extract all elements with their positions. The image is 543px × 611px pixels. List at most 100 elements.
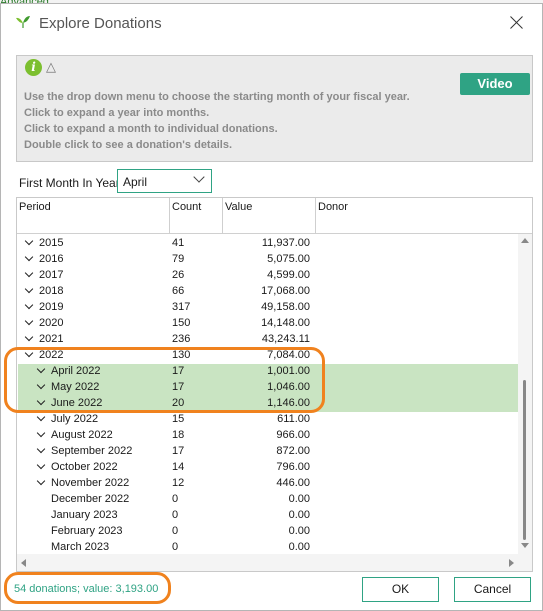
expand-chevron-icon[interactable] — [24, 332, 34, 342]
value-cell: 0.00 — [288, 525, 310, 537]
value-cell: 49,158.00 — [261, 301, 310, 313]
table-row[interactable]: 2019 317 49,158.00 — [18, 300, 518, 316]
cancel-button[interactable]: Cancel — [454, 577, 531, 602]
period-cell: 2018 — [39, 285, 64, 297]
value-cell: 5,075.00 — [267, 253, 310, 265]
period-cell: 2017 — [39, 269, 64, 281]
period-cell: May 2022 — [51, 381, 100, 393]
expand-chevron-icon[interactable] — [24, 316, 34, 326]
count-cell: 20 — [172, 397, 185, 409]
table-row[interactable]: 2022 130 7,084.00 — [18, 348, 518, 364]
table-row[interactable]: July 2022 15 611.00 — [18, 412, 518, 428]
close-button[interactable] — [506, 12, 528, 34]
value-cell: 1,146.00 — [267, 397, 310, 409]
count-cell: 79 — [172, 253, 185, 265]
count-cell: 130 — [172, 349, 191, 361]
period-cell: July 2022 — [51, 413, 99, 425]
value-cell: 0.00 — [288, 493, 310, 505]
expand-chevron-icon[interactable] — [24, 268, 34, 278]
table-row[interactable]: March 2023 0 0.00 — [18, 540, 518, 554]
period-cell: November 2022 — [51, 477, 130, 489]
table-row[interactable]: August 2022 18 966.00 — [18, 428, 518, 444]
count-cell: 0 — [172, 509, 179, 521]
title-bar: Explore Donations — [1, 4, 542, 42]
count-cell: 0 — [172, 493, 179, 505]
table-row[interactable]: 2020 150 14,148.00 — [18, 316, 518, 332]
info-line: Click to expand a month to individual do… — [24, 123, 278, 135]
period-cell: June 2022 — [51, 397, 103, 409]
expand-chevron-icon[interactable] — [24, 300, 34, 310]
horizontal-scrollbar[interactable] — [17, 554, 532, 571]
column-header-value[interactable]: Value — [223, 198, 316, 234]
expand-chevron-icon[interactable] — [24, 236, 34, 246]
vertical-scrollbar[interactable] — [518, 234, 532, 554]
period-cell: August 2022 — [51, 429, 113, 441]
expand-chevron-icon[interactable] — [24, 348, 34, 358]
scroll-right-arrow-icon[interactable] — [509, 559, 514, 567]
expand-chevron-icon[interactable] — [36, 428, 46, 438]
expand-chevron-icon[interactable] — [36, 444, 46, 454]
value-cell: 1,001.00 — [267, 365, 310, 377]
scroll-up-arrow-icon[interactable] — [521, 238, 529, 243]
period-cell: 2015 — [39, 237, 64, 249]
table-row[interactable]: September 2022 17 872.00 — [18, 444, 518, 460]
expand-chevron-icon[interactable] — [36, 412, 46, 422]
table-row[interactable]: 2015 41 11,937.00 — [18, 236, 518, 252]
value-cell: 1,046.00 — [267, 381, 310, 393]
video-button[interactable]: Video — [460, 73, 530, 95]
value-cell: 966.00 — [276, 429, 310, 441]
ok-button[interactable]: OK — [362, 577, 439, 602]
period-cell: January 2023 — [51, 509, 118, 521]
column-header-count[interactable]: Count — [170, 198, 223, 234]
count-cell: 15 — [172, 413, 185, 425]
expand-chevron-icon[interactable] — [24, 252, 34, 262]
count-cell: 66 — [172, 285, 185, 297]
scroll-down-arrow-icon[interactable] — [521, 543, 529, 548]
column-header-donor[interactable]: Donor — [316, 198, 518, 234]
table-row[interactable]: April 2022 17 1,001.00 — [18, 364, 518, 380]
period-cell: December 2022 — [51, 493, 130, 505]
period-cell: 2020 — [39, 317, 64, 329]
period-cell: September 2022 — [51, 445, 133, 457]
first-month-dropdown[interactable]: April — [117, 169, 212, 193]
value-cell: 7,084.00 — [267, 349, 310, 361]
table-row[interactable]: 2017 26 4,599.00 — [18, 268, 518, 284]
value-cell: 43,243.11 — [261, 333, 310, 345]
count-cell: 17 — [172, 445, 185, 457]
value-cell: 0.00 — [288, 509, 310, 521]
column-header-period[interactable]: Period — [17, 198, 170, 234]
expand-chevron-icon[interactable] — [36, 476, 46, 486]
value-cell: 17,068.00 — [261, 285, 310, 297]
count-cell: 317 — [172, 301, 191, 313]
table-row[interactable]: 2021 236 43,243.11 — [18, 332, 518, 348]
value-cell: 872.00 — [276, 445, 310, 457]
expand-chevron-icon[interactable] — [36, 460, 46, 470]
table-row[interactable]: February 2023 0 0.00 — [18, 524, 518, 540]
chevron-down-icon — [193, 171, 205, 183]
period-cell: 2022 — [39, 349, 64, 361]
status-summary: 54 donations; value: 3,193.00 — [14, 583, 159, 595]
table-row[interactable]: 2018 66 17,068.00 — [18, 284, 518, 300]
value-cell: 14,148.00 — [261, 317, 310, 329]
value-cell: 796.00 — [276, 461, 310, 473]
donations-grid: Period Count Value Donor 2015 41 11,937.00… — [16, 197, 533, 572]
count-cell: 17 — [172, 365, 185, 377]
table-row[interactable]: November 2022 12 446.00 — [18, 476, 518, 492]
scroll-left-arrow-icon[interactable] — [21, 559, 26, 567]
scroll-thumb[interactable] — [523, 380, 526, 540]
table-row[interactable]: December 2022 0 0.00 — [18, 492, 518, 508]
count-cell: 12 — [172, 477, 185, 489]
expand-chevron-icon[interactable] — [36, 364, 46, 374]
first-month-value: April — [123, 175, 148, 189]
table-row[interactable]: October 2022 14 796.00 — [18, 460, 518, 476]
expand-chevron-icon[interactable] — [24, 284, 34, 294]
table-row[interactable]: June 2022 20 1,146.00 — [18, 396, 518, 412]
expand-chevron-icon[interactable] — [36, 396, 46, 406]
count-cell: 17 — [172, 381, 185, 393]
table-row[interactable]: May 2022 17 1,046.00 — [18, 380, 518, 396]
table-row[interactable]: 2016 79 5,075.00 — [18, 252, 518, 268]
value-cell: 0.00 — [288, 541, 310, 553]
expand-chevron-icon[interactable] — [36, 380, 46, 390]
grid-header: Period Count Value Donor — [17, 198, 532, 234]
table-row[interactable]: January 2023 0 0.00 — [18, 508, 518, 524]
